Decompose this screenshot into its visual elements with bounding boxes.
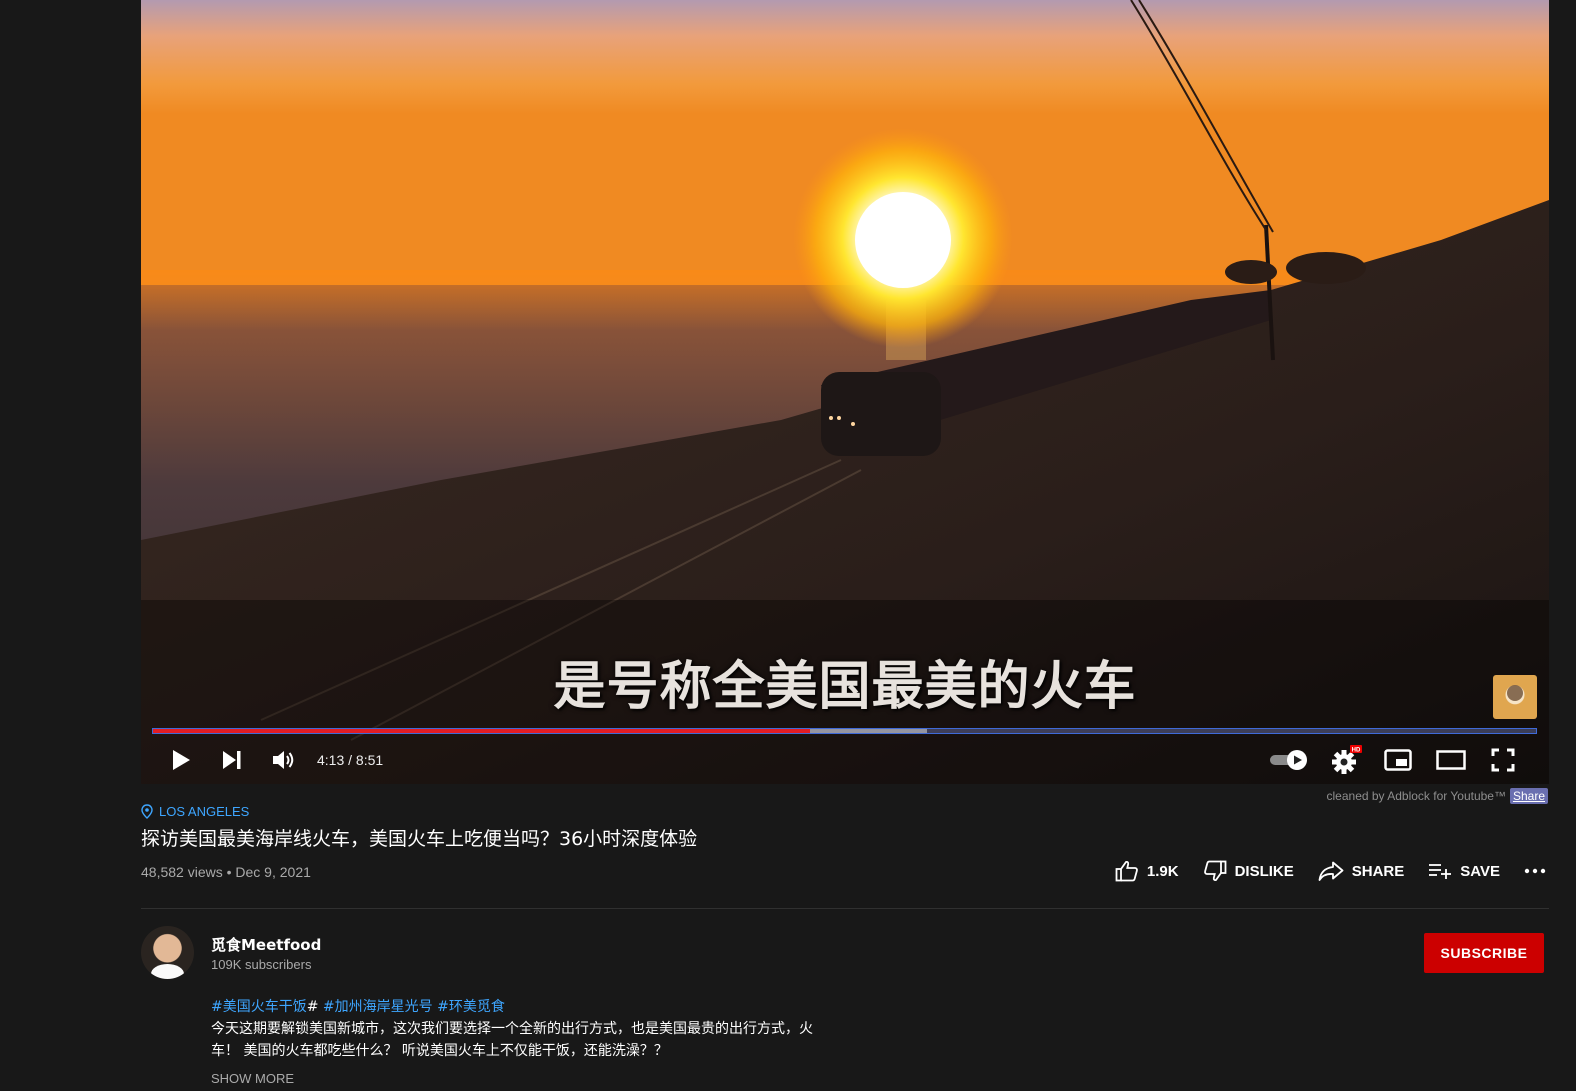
video-meta: 48,582 views • Dec 9, 2021 — [141, 864, 311, 880]
channel-name[interactable]: 觅食Meetfood — [211, 934, 321, 955]
settings-button[interactable]: HD — [1327, 736, 1365, 784]
miniplayer-button[interactable] — [1379, 736, 1417, 784]
autoplay-toggle-icon — [1270, 750, 1307, 770]
thumbs-down-icon — [1203, 860, 1226, 882]
settings-icon: HD — [1332, 745, 1362, 774]
video-description: #美国火车干饭# #加州海岸星光号 #环美觅食 今天这期要解锁美国新城市，这次我… — [211, 996, 891, 1062]
playlist-add-icon — [1429, 864, 1452, 879]
hashtag-separator: # — [306, 999, 319, 1015]
video-player[interactable]: 是号称全美国最美的火车 4:13 / 8:51 HD — [141, 0, 1549, 784]
hd-badge: HD — [1352, 748, 1361, 754]
location-label: LOS ANGELES — [159, 804, 250, 819]
section-divider — [141, 908, 1549, 909]
like-count: 1.9K — [1146, 862, 1179, 880]
adblock-notice: cleaned by Adblock for Youtube™ Share — [1326, 788, 1548, 804]
show-more-button[interactable]: SHOW MORE — [211, 1071, 294, 1086]
miniplayer-icon — [1384, 749, 1412, 771]
hashtag-link[interactable]: #环美觅食 — [433, 999, 505, 1015]
location-pin-icon — [141, 804, 153, 819]
volume-button[interactable] — [266, 736, 302, 784]
subscriber-count: 109K subscribers — [211, 957, 312, 972]
time-display: 4:13 / 8:51 — [317, 752, 384, 768]
dislike-label: DISLIKE — [1234, 862, 1294, 880]
save-button[interactable]: SAVE — [1428, 862, 1500, 880]
theater-button[interactable] — [1431, 736, 1471, 784]
channel-avatar[interactable] — [141, 926, 194, 979]
description-line: 今天这期要解锁美国新城市，这次我们要选择一个全新的出行方式，也是美国最贵的出行方… — [211, 1021, 813, 1037]
hashtag-link[interactable]: #加州海岸星光号 — [318, 999, 433, 1015]
video-title: 探访美国最美海岸线火车，美国火车上吃便当吗？36小时深度体验 — [141, 828, 698, 850]
dislike-button[interactable]: DISLIKE — [1203, 860, 1294, 882]
subscribe-button[interactable]: SUBSCRIBE — [1424, 933, 1544, 973]
next-icon — [223, 751, 241, 769]
play-icon — [173, 750, 190, 770]
share-label: SHARE — [1351, 862, 1405, 880]
video-actions: 1.9K DISLIKE SHARE SAVE — [1091, 860, 1546, 882]
adblock-text: cleaned by Adblock for Youtube™ — [1326, 789, 1506, 803]
channel-watermark[interactable] — [1493, 675, 1537, 719]
fullscreen-button[interactable] — [1485, 736, 1521, 784]
hashtag-line: #美国火车干饭# #加州海岸星光号 #环美觅食 — [211, 996, 891, 1018]
share-button[interactable]: SHARE — [1318, 861, 1405, 881]
youtube-watch-page: 是号称全美国最美的火车 4:13 / 8:51 HD cleaned by Ad… — [0, 0, 1576, 1091]
video-location[interactable]: LOS ANGELES — [141, 804, 249, 819]
description-line: 车！ 美国的火车都吃些什么？ 听说美国火车上不仅能干饭，还能洗澡？？ — [211, 1043, 668, 1059]
progress-played — [153, 729, 810, 733]
autoplay-toggle[interactable] — [1267, 736, 1311, 784]
player-controls: 4:13 / 8:51 HD — [141, 736, 1549, 784]
theater-icon — [1436, 750, 1466, 770]
volume-icon — [273, 751, 294, 769]
more-actions-button[interactable] — [1524, 868, 1546, 874]
video-subtitle: 是号称全美国最美的火车 — [553, 657, 1137, 717]
save-label: SAVE — [1460, 862, 1500, 880]
hashtag-link[interactable]: #美国火车干饭 — [211, 999, 307, 1015]
like-button[interactable]: 1.9K — [1115, 860, 1179, 882]
play-button[interactable] — [163, 736, 199, 784]
share-icon — [1318, 861, 1344, 881]
thumbs-up-icon — [1115, 860, 1138, 882]
progress-bar[interactable] — [152, 728, 1537, 734]
next-button[interactable] — [214, 736, 250, 784]
fullscreen-icon — [1491, 748, 1515, 772]
adblock-share-link[interactable]: Share — [1509, 788, 1548, 804]
more-horizontal-icon — [1524, 868, 1546, 874]
